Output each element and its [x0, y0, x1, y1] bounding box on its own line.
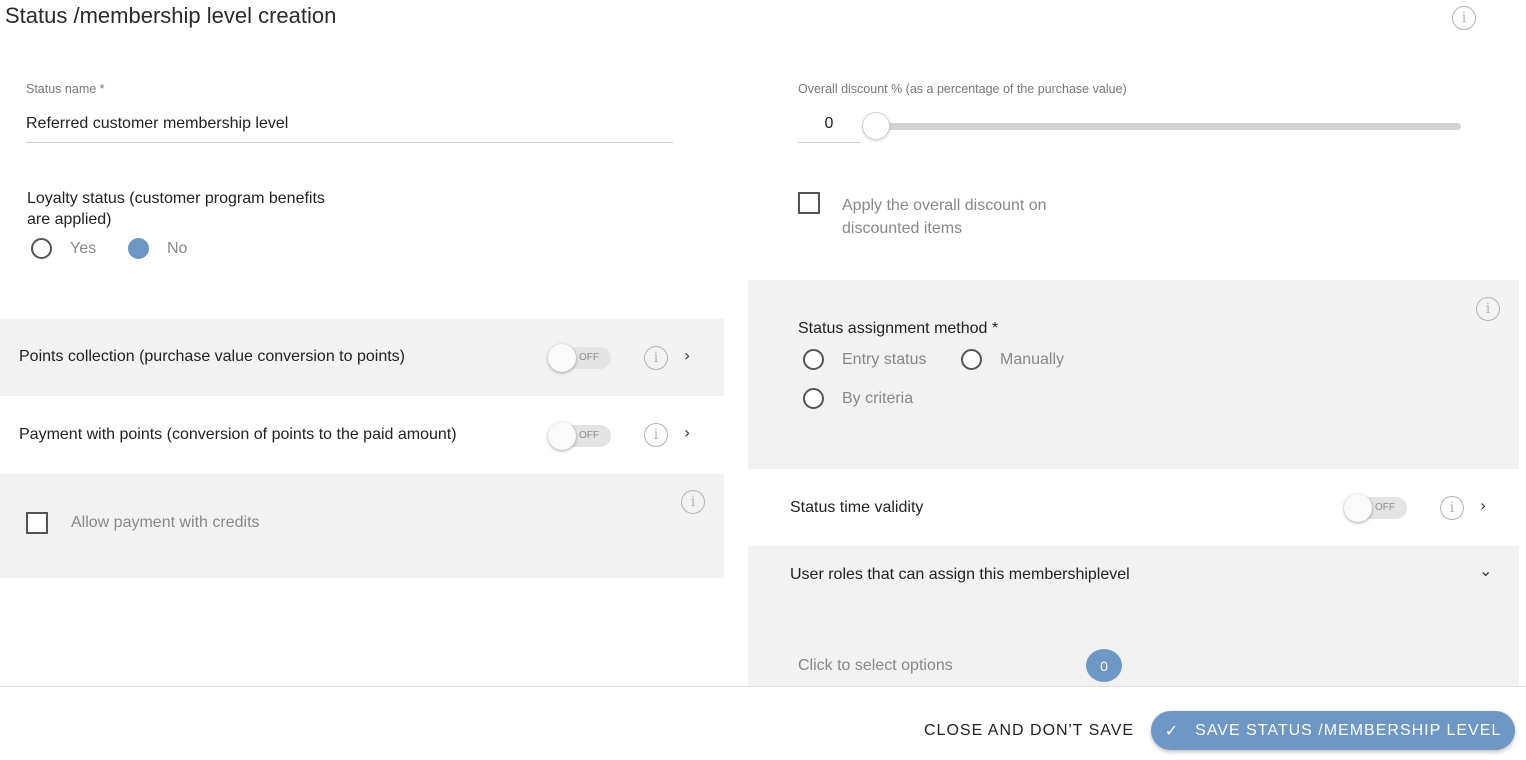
toggle-state: OFF	[579, 352, 599, 363]
by-criteria-radio[interactable]	[803, 388, 824, 409]
manually-radio[interactable]	[961, 349, 982, 370]
selected-count-badge: 0	[1086, 649, 1122, 682]
chevron-right-icon[interactable]: ›	[684, 346, 690, 365]
apply-discount-label-line2: discounted items	[842, 220, 963, 237]
chevron-right-icon[interactable]: ›	[1480, 496, 1486, 515]
toggle-knob	[1344, 494, 1372, 522]
status-name-label: Status name *	[26, 82, 105, 96]
user-roles-select[interactable]: Click to select options	[798, 657, 953, 675]
loyalty-yes-radio[interactable]	[31, 238, 52, 259]
info-icon[interactable]: i	[644, 346, 668, 370]
apply-discount-checkbox[interactable]	[798, 192, 820, 214]
discount-slider-track[interactable]	[876, 123, 1461, 130]
info-icon[interactable]: i	[681, 490, 705, 514]
allow-credits-label: Allow payment with credits	[71, 514, 260, 531]
time-validity-toggle[interactable]: OFF	[1344, 494, 1407, 522]
discount-slider-thumb[interactable]	[862, 112, 890, 140]
save-button-label: SAVE STATUS /MEMBERSHIP LEVEL	[1195, 721, 1502, 739]
payment-points-toggle[interactable]: OFF	[548, 422, 611, 450]
check-icon: ✓	[1164, 722, 1180, 740]
chevron-right-icon[interactable]: ›	[684, 423, 690, 442]
points-collection-label: Points collection (purchase value conver…	[19, 348, 405, 365]
allow-credits-checkbox[interactable]	[26, 512, 48, 534]
info-icon[interactable]: i	[1476, 297, 1500, 321]
info-icon[interactable]: i	[1452, 6, 1476, 30]
loyalty-no-radio[interactable]	[128, 238, 149, 259]
chevron-down-icon[interactable]: ⌄	[1479, 561, 1492, 580]
manually-label: Manually	[1000, 351, 1065, 368]
discount-label: Overall discount % (as a percentage of t…	[798, 82, 1127, 96]
info-icon[interactable]: i	[644, 423, 668, 447]
apply-discount-label-line1: Apply the overall discount on	[842, 197, 1047, 214]
toggle-state: OFF	[579, 430, 599, 441]
assignment-label: Status assignment method *	[798, 320, 999, 337]
save-button[interactable]: ✓ SAVE STATUS /MEMBERSHIP LEVEL	[1151, 711, 1515, 750]
assignment-panel	[748, 280, 1519, 469]
toggle-knob	[548, 344, 576, 372]
loyalty-no-label: No	[167, 240, 188, 257]
by-criteria-label: By criteria	[842, 390, 914, 407]
discount-value-input[interactable]	[798, 106, 860, 143]
time-validity-label: Status time validity	[790, 499, 924, 516]
loyalty-status-label: Loyalty status (customer program benefit…	[27, 188, 325, 230]
toggle-knob	[548, 422, 576, 450]
toggle-state: OFF	[1375, 502, 1395, 513]
close-without-saving-button[interactable]: CLOSE AND DON'T SAVE	[912, 714, 1146, 748]
entry-status-label: Entry status	[842, 351, 927, 368]
footer-divider	[0, 686, 1526, 687]
apply-discount-label: Apply the overall discount on discounted…	[842, 194, 1047, 240]
entry-status-radio[interactable]	[803, 349, 824, 370]
payment-points-label: Payment with points (conversion of point…	[19, 426, 457, 443]
loyalty-yes-label: Yes	[70, 240, 97, 257]
status-name-input[interactable]	[26, 106, 673, 143]
loyalty-status-label-line2: are applied)	[27, 211, 112, 228]
info-icon[interactable]: i	[1440, 496, 1464, 520]
page-title: Status /membership level creation	[5, 3, 337, 28]
user-roles-label: User roles that can assign this membersh…	[790, 566, 1130, 583]
points-collection-toggle[interactable]: OFF	[548, 344, 611, 372]
loyalty-status-label-line1: Loyalty status (customer program benefit…	[27, 190, 325, 207]
